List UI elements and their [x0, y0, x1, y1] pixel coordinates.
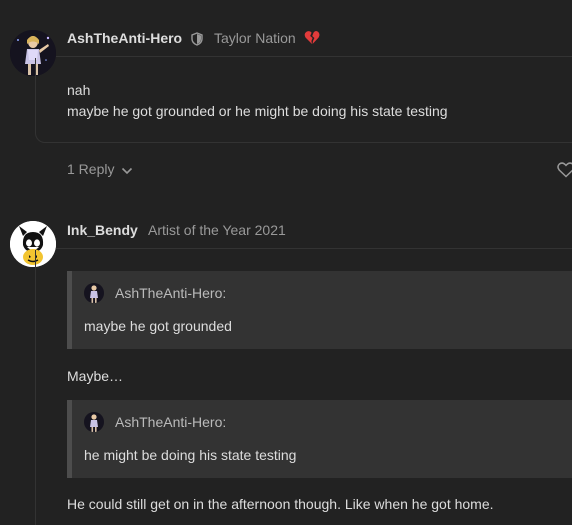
- avatar-ink-bendy[interactable]: [10, 221, 56, 267]
- post-thread-line: [35, 250, 36, 525]
- user-title: Taylor Nation: [214, 30, 296, 46]
- replies-toggle[interactable]: 1 Reply: [67, 161, 133, 178]
- quote-text: he might be doing his state testing: [84, 447, 297, 463]
- quote-author-name: AshTheAnti-Hero:: [115, 285, 227, 301]
- quote-author-avatar: [84, 412, 104, 432]
- user-title: Artist of the Year 2021: [148, 222, 286, 238]
- post-text-line: Maybe…: [67, 368, 124, 384]
- post-text-line: He could still get on in the afternoon t…: [67, 496, 494, 512]
- post-author-name[interactable]: Ink_Bendy: [67, 222, 138, 238]
- quote-author-avatar: [84, 283, 104, 303]
- broken-heart-icon: [304, 30, 320, 48]
- quote-author-name: AshTheAnti-Hero:: [115, 414, 227, 430]
- like-heart-icon[interactable]: [557, 162, 572, 181]
- post-divider: [56, 56, 572, 57]
- quote-block[interactable]: AshTheAnti-Hero: maybe he got grounded: [67, 271, 572, 349]
- quote-block[interactable]: AshTheAnti-Hero: he might be doing his s…: [67, 400, 572, 478]
- post-divider: [56, 248, 572, 249]
- post-text-line: nah: [67, 82, 91, 98]
- chevron-down-icon: [121, 162, 133, 178]
- quote-text: maybe he got grounded: [84, 318, 232, 334]
- post-author-name[interactable]: AshTheAnti-Hero: [67, 30, 182, 46]
- shield-icon: [191, 32, 203, 49]
- replies-label: 1 Reply: [67, 161, 115, 177]
- post-text-line: maybe he got grounded or he might be doi…: [67, 103, 448, 119]
